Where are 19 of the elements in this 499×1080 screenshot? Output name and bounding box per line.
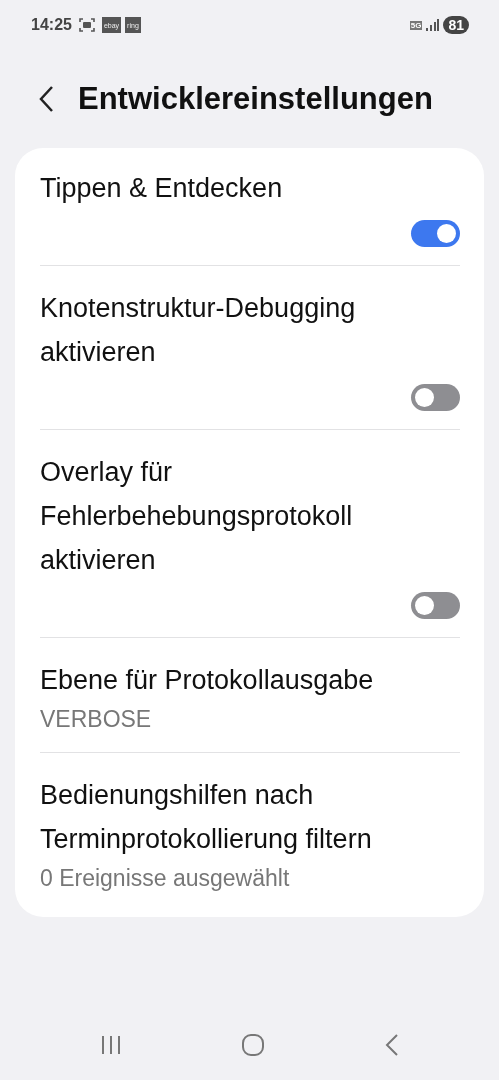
setting-title: Overlay für Fehlerbehebungsprotokoll aktivieren — [40, 456, 354, 577]
toggle-switch[interactable] — [411, 592, 460, 619]
battery-level: 81 — [443, 16, 469, 34]
recent-apps-button[interactable] — [99, 1035, 122, 1055]
toggle-switch[interactable] — [411, 220, 460, 247]
setting-title: Ebene für Protokollausgabe — [40, 664, 375, 697]
clock: 14:25 — [31, 16, 72, 34]
setting-title: Knotenstruktur-Debugging aktivieren — [40, 292, 357, 369]
page-title: Entwicklereinstellungen — [78, 81, 433, 117]
screenshot-icon — [78, 18, 95, 32]
setting-title: Tippen & Entdecken — [40, 172, 284, 205]
signal-icon — [426, 19, 440, 31]
setting-value: 0 Ereignisse ausgewählt — [40, 864, 291, 893]
back-button[interactable] — [38, 85, 56, 113]
setting-value: VERBOSE — [40, 705, 153, 734]
home-button[interactable] — [241, 1033, 266, 1057]
setting-title: Bedienungshilfen nach Terminprotokollierung filtern — [40, 779, 373, 856]
toggle-switch[interactable] — [411, 384, 460, 411]
network-type: 5G — [409, 20, 423, 30]
